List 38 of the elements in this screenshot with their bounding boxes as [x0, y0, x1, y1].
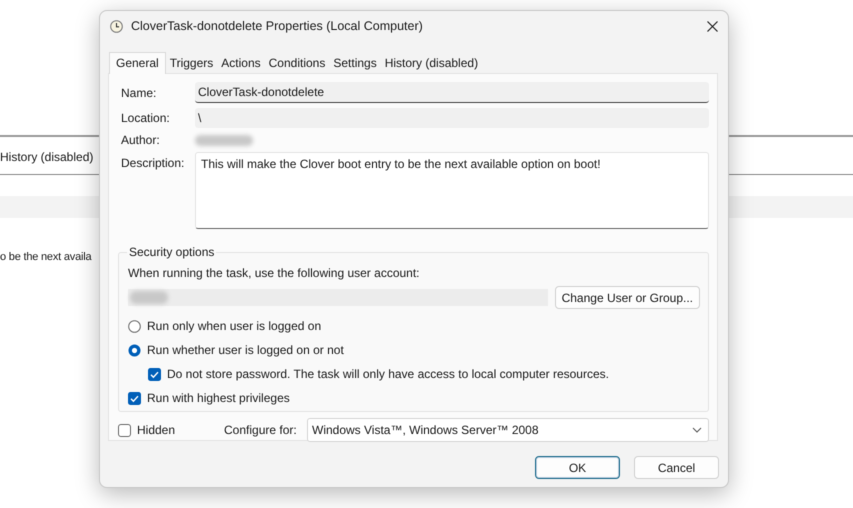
hidden-label: Hidden [137, 423, 176, 437]
redaction-blur [130, 291, 168, 304]
change-user-button[interactable]: Change User or Group... [554, 286, 700, 309]
checkbox[interactable] [118, 424, 131, 436]
clock-icon [110, 20, 123, 32]
option-label: Run whether user is logged on or not [147, 343, 344, 357]
name-label: Name: [121, 86, 158, 100]
dialog-button[interactable]: OK [535, 456, 620, 479]
author-label: Author: [121, 133, 161, 147]
checkbox[interactable] [128, 392, 141, 404]
option-label: Run only when user is logged on [147, 319, 322, 333]
description-label: Description: [121, 156, 186, 170]
tab[interactable]: Actions [217, 54, 265, 73]
close-icon[interactable] [707, 20, 718, 32]
location-field: \ [195, 108, 709, 128]
tab[interactable]: History (disabled) [380, 54, 482, 73]
window-title: CloverTask-donotdelete Properties (Local Computer) [131, 19, 424, 33]
tab[interactable]: Settings [329, 54, 381, 73]
checkbox[interactable] [148, 368, 161, 380]
radio-button[interactable] [128, 344, 141, 356]
description-text: o be the next availa [0, 251, 92, 263]
tab[interactable]: Conditions [264, 54, 330, 73]
account-prompt: When running the task, use the following user account: [128, 266, 421, 280]
location-label: Location: [121, 111, 171, 125]
description-field[interactable]: This will make the Clover boot entry to be the next available option on boot! [195, 152, 709, 229]
chevron-icon [692, 427, 702, 433]
name-field[interactable]: CloverTask-donotdelete [195, 82, 709, 103]
group-title: Security options [128, 245, 216, 259]
option-label: Do not store password. The task will only have access to local computer resources. [167, 367, 609, 381]
tab-label[interactable]: History (disabled) [0, 150, 94, 164]
tab[interactable]: General [109, 52, 166, 74]
dialog-button[interactable]: Cancel [634, 456, 719, 479]
tab[interactable]: Triggers [166, 54, 218, 73]
configure-dropdown[interactable]: Windows Vista™, Windows Server™ 2008 [307, 418, 709, 442]
redaction-blur [195, 134, 253, 146]
radio-button[interactable] [128, 320, 141, 332]
option-label: Run with highest privileges [147, 391, 290, 405]
configure-label: Configure for: [224, 423, 298, 437]
